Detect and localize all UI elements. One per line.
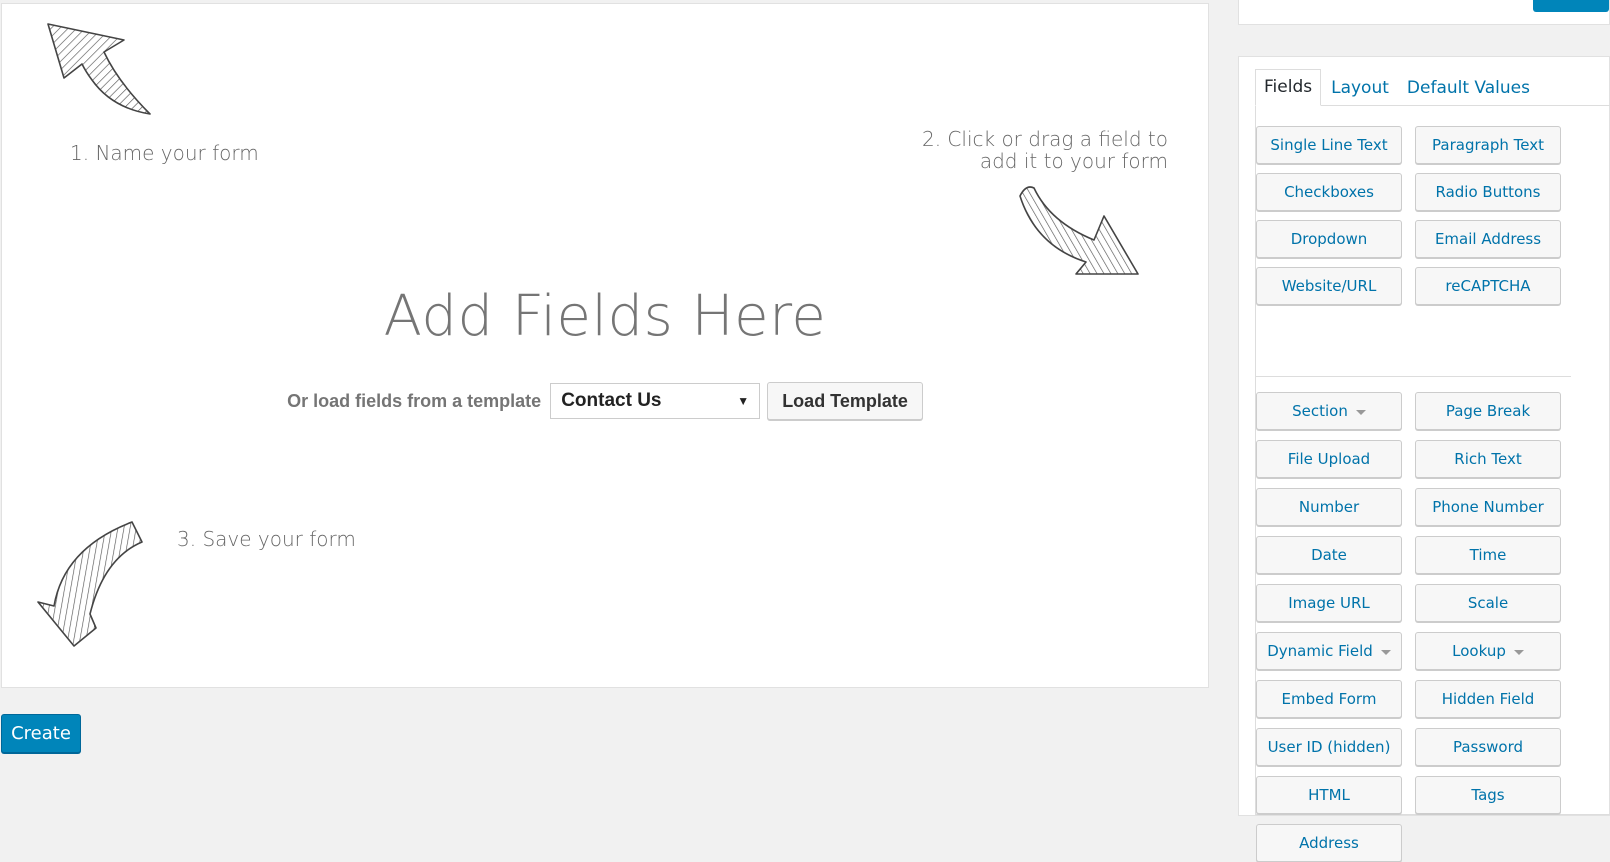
caret-down-icon — [1355, 409, 1366, 415]
field-email-address[interactable]: Email Address — [1415, 220, 1561, 258]
load-template-button[interactable]: Load Template — [767, 382, 923, 420]
arrow-up-left-icon — [42, 20, 154, 126]
template-loader: Or load fields from a template Contact U… — [2, 382, 1208, 420]
step-2-line-1: 2. Click or drag a field to — [921, 127, 1168, 151]
field-paragraph-text[interactable]: Paragraph Text — [1415, 126, 1561, 164]
field-dropdown[interactable]: Dropdown — [1256, 220, 1402, 258]
field-dynamic-field-label: Dynamic Field — [1267, 642, 1373, 660]
tab-layout[interactable]: Layout — [1323, 71, 1397, 106]
field-rich-text[interactable]: Rich Text — [1415, 440, 1561, 478]
field-password[interactable]: Password — [1415, 728, 1561, 766]
field-embed-form[interactable]: Embed Form — [1256, 680, 1402, 718]
caret-down-icon: ▼ — [737, 394, 750, 408]
tab-fields[interactable]: Fields — [1255, 69, 1322, 106]
create-button[interactable]: Create — [1, 714, 81, 753]
field-phone-number[interactable]: Phone Number — [1415, 488, 1561, 526]
field-recaptcha[interactable]: reCAPTCHA — [1415, 267, 1561, 305]
field-file-upload[interactable]: File Upload — [1256, 440, 1402, 478]
field-tags[interactable]: Tags — [1415, 776, 1561, 814]
arrow-down-left-icon — [34, 518, 146, 650]
field-website-url[interactable]: Website/URL — [1256, 267, 1402, 305]
caret-down-icon — [1513, 649, 1524, 655]
field-dynamic-field[interactable]: Dynamic Field — [1256, 632, 1402, 670]
form-builder-canvas[interactable]: 1. Name your form 2. Click or drag a fie… — [1, 3, 1209, 688]
field-time[interactable]: Time — [1415, 536, 1561, 574]
step-3-text: 3. Save your form — [177, 527, 356, 551]
template-select[interactable]: Contact Us ▼ — [550, 383, 761, 419]
field-html[interactable]: HTML — [1256, 776, 1402, 814]
field-single-line-text[interactable]: Single Line Text — [1256, 126, 1402, 164]
step-2-text: 2. Click or drag a field to add it to yo… — [922, 128, 1168, 172]
template-label: Or load fields from a template — [287, 390, 542, 411]
tab-default-values[interactable]: Default Values — [1399, 71, 1538, 106]
publish-button[interactable] — [1533, 0, 1609, 12]
field-palette-panel: Fields Layout Default Values Single Line… — [1238, 56, 1610, 862]
add-fields-heading: Add Fields Here — [383, 284, 827, 349]
field-lookup[interactable]: Lookup — [1415, 632, 1561, 670]
field-page-break[interactable]: Page Break — [1415, 392, 1561, 430]
field-radio-buttons[interactable]: Radio Buttons — [1415, 173, 1561, 211]
field-date[interactable]: Date — [1256, 536, 1402, 574]
arrow-down-right-icon — [1016, 182, 1142, 280]
caret-down-icon — [1380, 649, 1391, 655]
field-scale[interactable]: Scale — [1415, 584, 1561, 622]
fields-divider — [1255, 376, 1571, 377]
basic-fields-grid: Single Line Text Paragraph Text Checkbox… — [1256, 126, 1561, 305]
field-hidden-field[interactable]: Hidden Field — [1415, 680, 1561, 718]
palette-tabs: Fields Layout Default Values — [1255, 69, 1609, 106]
advanced-fields-grid: Section Page Break File Upload Rich Text… — [1256, 392, 1561, 862]
template-select-value: Contact Us — [561, 390, 662, 411]
step-1-text: 1. Name your form — [70, 141, 259, 165]
field-section[interactable]: Section — [1256, 392, 1402, 430]
field-image-url[interactable]: Image URL — [1256, 584, 1402, 622]
field-section-label: Section — [1292, 402, 1348, 420]
step-2-line-2: add it to your form — [979, 149, 1168, 173]
field-number[interactable]: Number — [1256, 488, 1402, 526]
publish-box — [1238, 0, 1610, 25]
field-user-id[interactable]: User ID (hidden) — [1256, 728, 1402, 766]
field-lookup-label: Lookup — [1452, 642, 1506, 660]
field-address[interactable]: Address — [1256, 824, 1402, 862]
field-checkboxes[interactable]: Checkboxes — [1256, 173, 1402, 211]
